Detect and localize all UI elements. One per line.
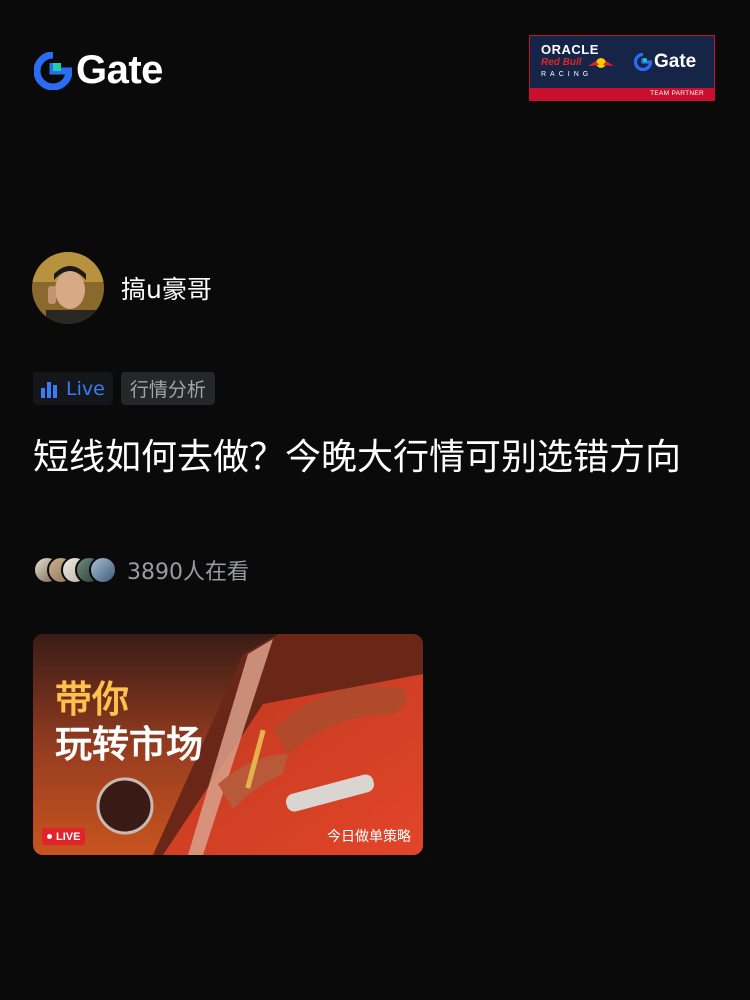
stream-title[interactable]: 短线如何去做？今晚大行情可别选错方向 [33, 432, 693, 483]
partner-caption: TEAM PARTNER [650, 90, 704, 97]
partner-racing-text: RACING [541, 71, 593, 78]
category-tag[interactable]: 行情分析 [120, 372, 215, 405]
live-stream-card[interactable]: 带你 玩转市场 LIVE 今日做单策略 [33, 634, 423, 855]
viewer-count: 3890人在看 [33, 554, 249, 586]
team-partner-banner[interactable]: ORACLE Red Bull RACING Gate TEAM PARTNER [529, 35, 715, 101]
partner-redbull-text: Red Bull [541, 57, 582, 68]
viewer-count-text: 3890人在看 [127, 560, 249, 585]
gate-logo-icon [34, 51, 72, 90]
category-tag-label: 行情分析 [129, 379, 206, 401]
partner-oracle-text: ORACLE [541, 42, 599, 57]
cover-headline-1: 带你 [55, 678, 129, 721]
gate-logo[interactable]: Gate [34, 48, 163, 93]
live-tag-label: Live [66, 377, 105, 400]
host-profile[interactable]: 搞u豪哥 [32, 252, 212, 324]
bar-chart-icon [41, 381, 57, 398]
cover-subtitle: 今日做单策略 [327, 829, 411, 845]
gate-logo-icon [634, 53, 652, 71]
live-badge-text: LIVE [56, 830, 81, 843]
cover-headline-2: 玩转市场 [55, 723, 203, 766]
partner-caption-bar: TEAM PARTNER [530, 88, 714, 100]
partner-gate-text: Gate [654, 51, 697, 72]
tag-row: Live 行情分析 [33, 372, 215, 405]
viewer-avatar-5 [89, 556, 117, 584]
partner-gate-logo: Gate [634, 51, 696, 73]
live-tag: Live [33, 372, 113, 405]
redbull-logo-icon [588, 58, 614, 68]
live-dot-icon [47, 834, 52, 839]
host-name[interactable]: 搞u豪哥 [121, 270, 212, 306]
brand-name: Gate [76, 48, 163, 92]
live-badge: LIVE [42, 828, 86, 845]
host-avatar[interactable] [32, 252, 104, 324]
